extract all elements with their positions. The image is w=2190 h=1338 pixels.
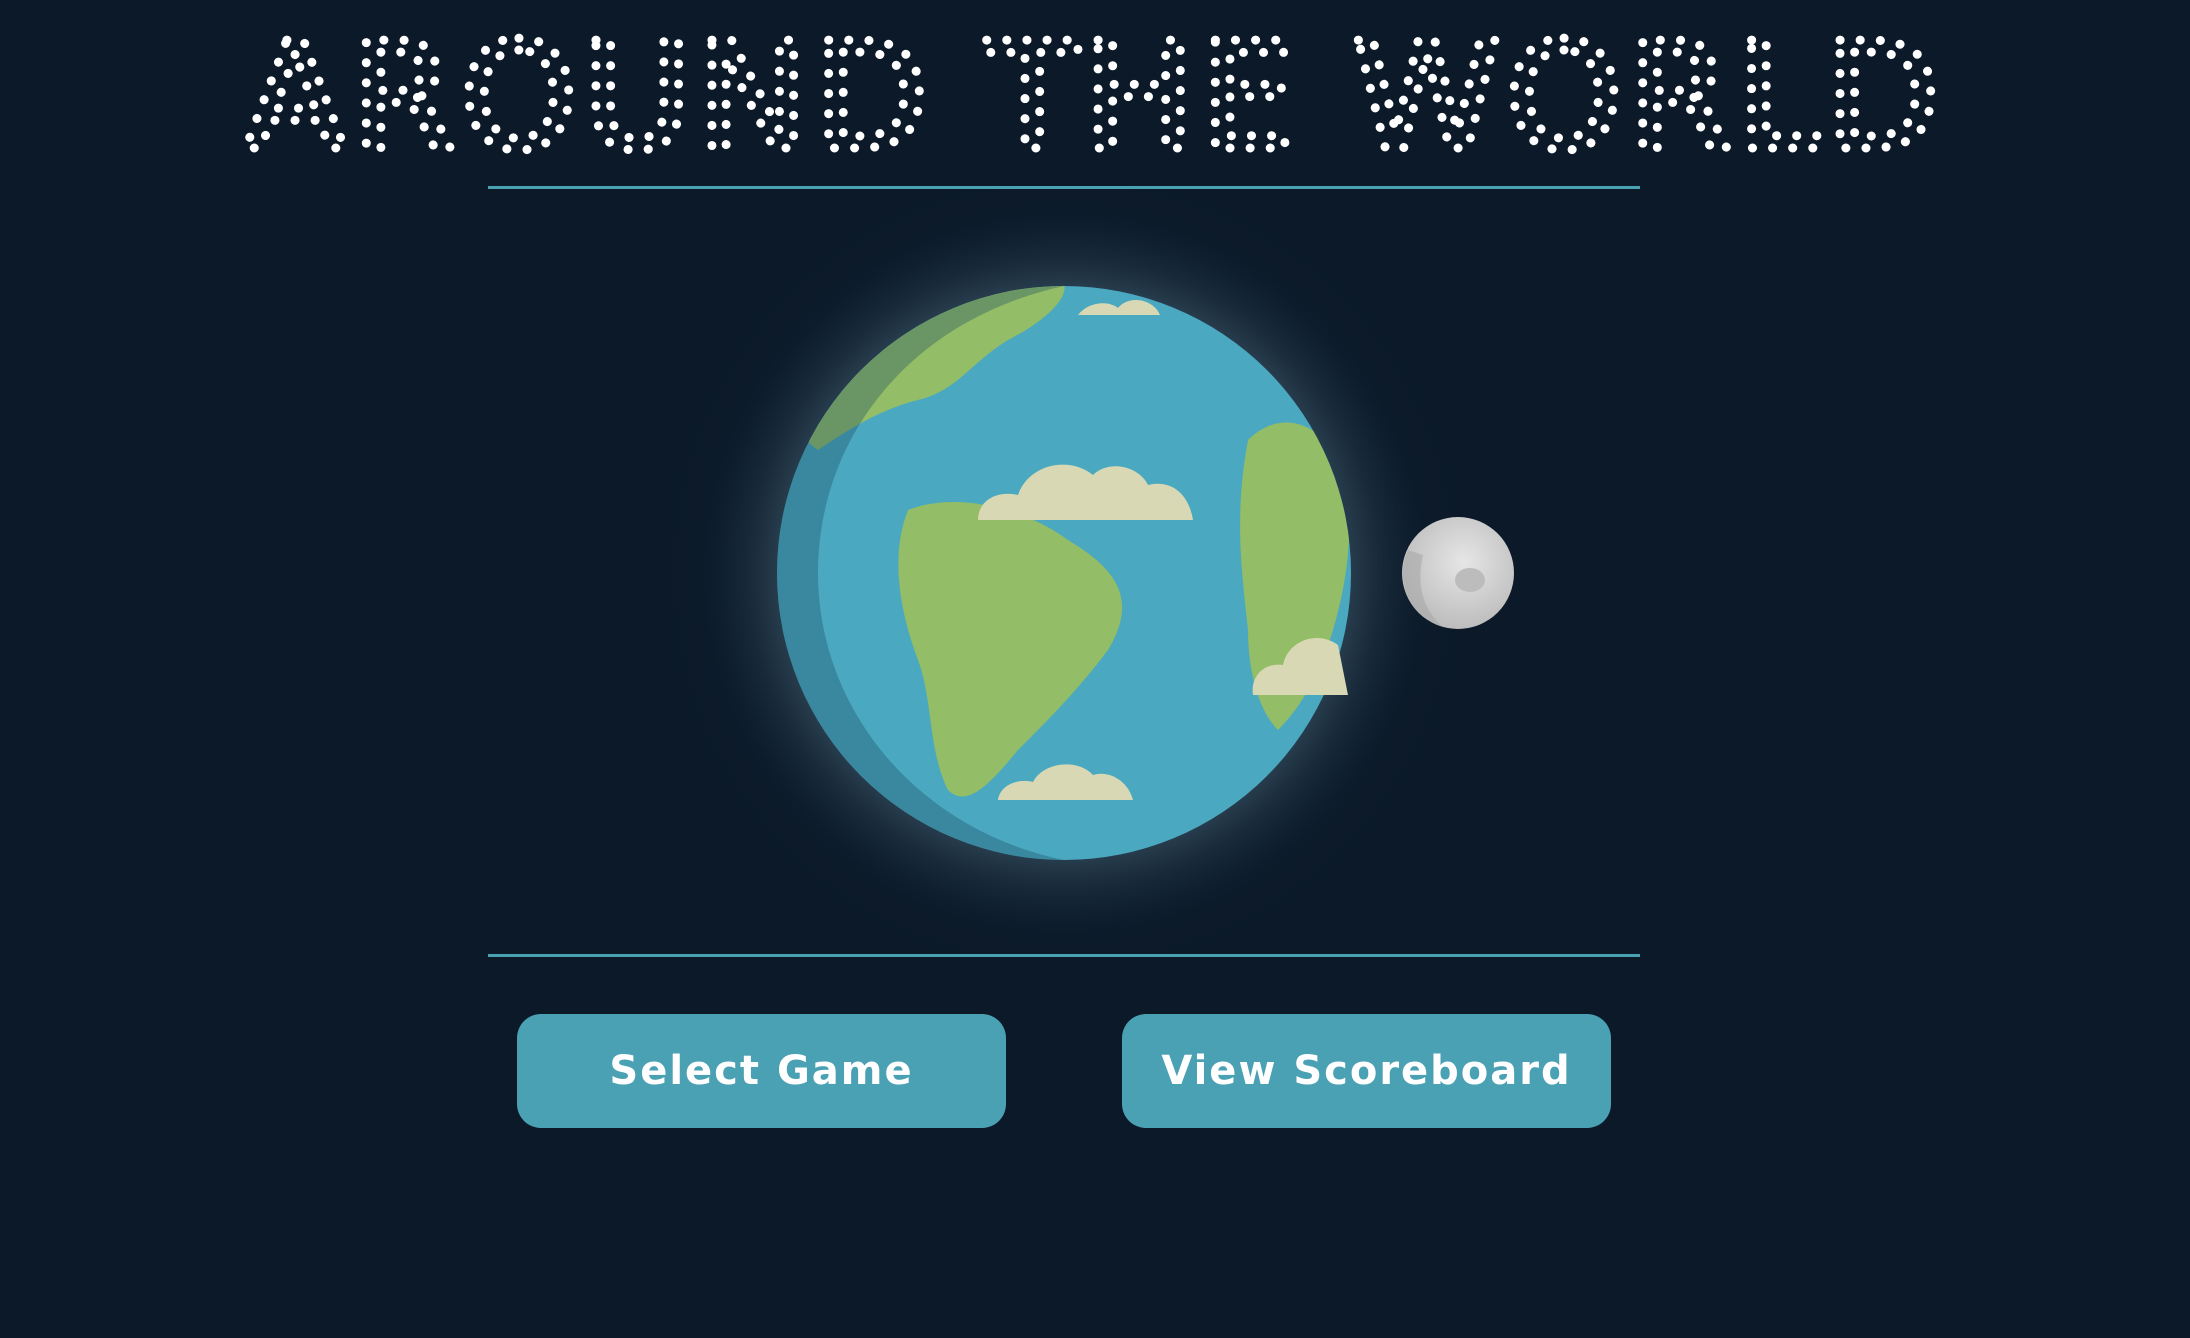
main-menu-screen: AROUND THE WORLD Select Game View Scoreb… (0, 0, 2190, 1338)
title-banner: AROUND THE WORLD (0, 0, 2190, 176)
select-game-button[interactable]: Select Game (517, 1014, 1006, 1128)
view-scoreboard-button[interactable]: View Scoreboard (1122, 1014, 1611, 1128)
game-title: AROUND THE WORLD (245, 11, 1946, 175)
moon-icon (1402, 517, 1514, 629)
view-scoreboard-label: View Scoreboard (1161, 1048, 1572, 1094)
planet-scene (488, 190, 1640, 954)
bottom-divider (488, 954, 1640, 957)
top-divider (488, 186, 1640, 189)
select-game-label: Select Game (609, 1048, 914, 1094)
